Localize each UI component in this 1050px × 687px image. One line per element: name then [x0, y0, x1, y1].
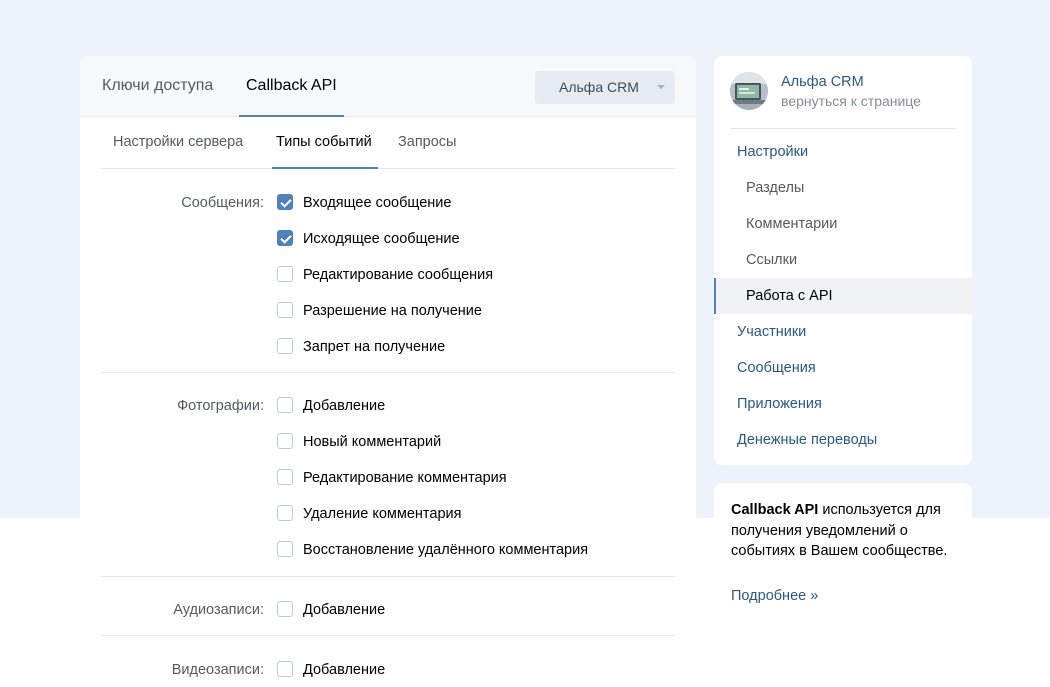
- sidebar-item-api[interactable]: Работа с API: [714, 278, 972, 314]
- sidebar-item-sections[interactable]: Разделы: [714, 170, 972, 206]
- more-link[interactable]: Подробнее »: [731, 588, 818, 604]
- tab-event-types[interactable]: Типы событий: [272, 117, 378, 169]
- checkbox-label: Добавление: [303, 662, 386, 678]
- tab-server-settings[interactable]: Настройки сервера: [113, 117, 243, 168]
- checkbox[interactable]: [277, 338, 293, 354]
- checkbox-label: Редактирование сообщения: [303, 267, 494, 283]
- checkbox-label: Восстановление удалённого комментария: [303, 542, 589, 558]
- sidebar-item-apps[interactable]: Приложения: [714, 386, 972, 422]
- settings-panel: Ключи доступа Callback API Альфа CRM Нас…: [80, 56, 696, 687]
- section-label-video: Видеозаписи:: [171, 662, 264, 678]
- checkbox[interactable]: [277, 601, 293, 617]
- avatar[interactable]: [730, 72, 768, 110]
- group-name-link[interactable]: Альфа CRM: [781, 74, 864, 90]
- checkbox[interactable]: [277, 302, 293, 318]
- checkbox[interactable]: [277, 433, 293, 449]
- section-divider: [101, 372, 675, 373]
- checkbox-label: Добавление: [303, 602, 386, 618]
- tab-access-keys[interactable]: Ключи доступа: [102, 56, 213, 116]
- sidebar-item-links[interactable]: Ссылки: [714, 242, 972, 278]
- section-label-photos: Фотографии:: [177, 398, 264, 414]
- checkbox-label: Редактирование комментария: [303, 470, 507, 486]
- chevron-down-icon: [657, 85, 665, 89]
- checkbox[interactable]: [277, 397, 293, 413]
- sidebar-item-settings[interactable]: Настройки: [714, 134, 972, 170]
- checkbox[interactable]: [277, 230, 293, 246]
- checkbox[interactable]: [277, 661, 293, 677]
- sidebar-item-money-transfers[interactable]: Денежные переводы: [714, 422, 972, 458]
- checkbox[interactable]: [277, 266, 293, 282]
- checkbox-label: Добавление: [303, 398, 386, 414]
- checkbox-label: Удаление комментария: [303, 506, 462, 522]
- sidebar-item-comments[interactable]: Комментарии: [714, 206, 972, 242]
- group-avatar-icon: [730, 72, 768, 110]
- checkbox[interactable]: [277, 505, 293, 521]
- sidebar-item-messages[interactable]: Сообщения: [714, 350, 972, 386]
- sidebar-item-members[interactable]: Участники: [714, 314, 972, 350]
- info-card: Callback API используется для получения …: [714, 483, 972, 618]
- sub-tabs: Настройки сервера Типы событий Запросы: [101, 117, 675, 169]
- checkbox[interactable]: [277, 194, 293, 210]
- top-tabs: Ключи доступа Callback API Альфа CRM: [80, 56, 696, 117]
- checkbox-label: Входящее сообщение: [303, 195, 452, 211]
- section-label-messages: Сообщения:: [181, 195, 264, 211]
- tab-callback-api[interactable]: Callback API: [239, 56, 344, 117]
- checkbox-label: Новый комментарий: [303, 434, 442, 450]
- community-menu: Альфа CRM вернуться к странице Настройки…: [714, 56, 972, 465]
- menu-divider: [730, 128, 956, 129]
- section-divider: [101, 576, 675, 577]
- group-select-value: Альфа CRM: [559, 79, 639, 95]
- checkbox-label: Исходящее сообщение: [303, 231, 460, 247]
- back-to-page-link[interactable]: вернуться к странице: [781, 93, 921, 109]
- info-text: Callback API используется для получения …: [731, 500, 963, 562]
- checkbox[interactable]: [277, 469, 293, 485]
- section-divider: [101, 635, 675, 636]
- info-title: Callback API: [731, 502, 819, 518]
- checkbox[interactable]: [277, 541, 293, 557]
- section-label-audio: Аудиозаписи:: [173, 602, 264, 618]
- tab-requests[interactable]: Запросы: [398, 117, 456, 168]
- checkbox-label: Запрет на получение: [303, 339, 446, 355]
- checkbox-label: Разрешение на получение: [303, 303, 482, 319]
- group-select[interactable]: Альфа CRM: [535, 71, 675, 104]
